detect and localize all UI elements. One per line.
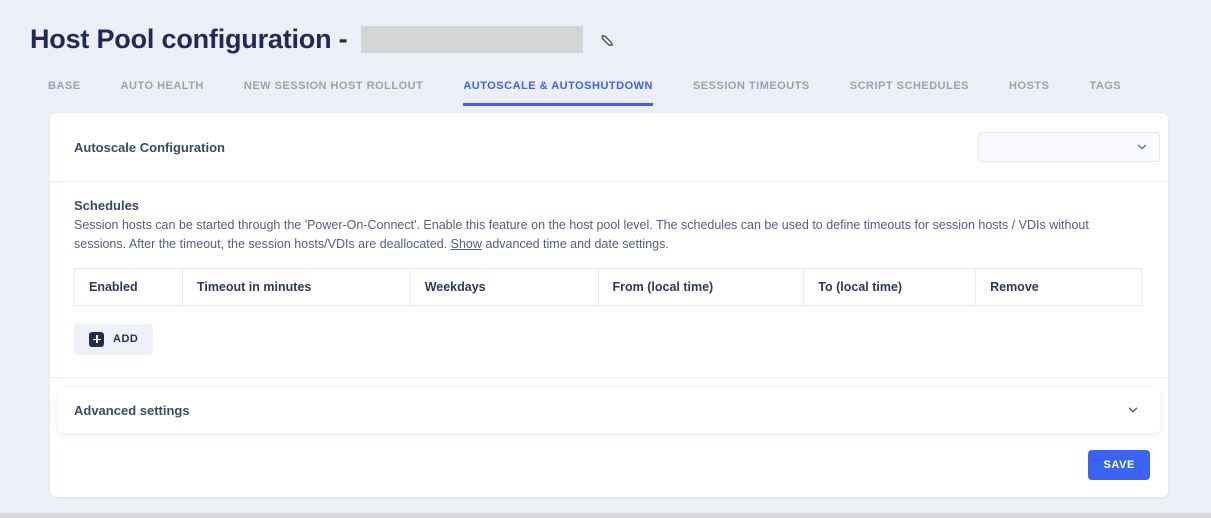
autoscale-configuration-dropdown[interactable] xyxy=(978,132,1160,162)
schedules-description: Session hosts can be started through the… xyxy=(74,216,1144,254)
plus-icon xyxy=(89,332,104,347)
show-advanced-settings-link[interactable]: Show xyxy=(451,237,482,251)
host-pool-name-redacted xyxy=(361,26,583,53)
col-remove: Remove xyxy=(976,268,1142,305)
schedules-table: Enabled Timeout in minutes Weekdays From… xyxy=(74,268,1142,306)
schedules-table-header-row: Enabled Timeout in minutes Weekdays From… xyxy=(75,268,1142,305)
tab-auto-health[interactable]: AUTO HEALTH xyxy=(121,80,204,106)
add-button-label: ADD xyxy=(113,333,138,345)
save-button[interactable]: SAVE xyxy=(1088,450,1150,480)
window-bottom-edge xyxy=(0,513,1211,518)
add-schedule-button[interactable]: ADD xyxy=(74,324,153,355)
chevron-down-icon xyxy=(1135,140,1149,154)
tab-script-schedules[interactable]: SCRIPT SCHEDULES xyxy=(850,80,969,106)
advanced-settings-heading: Advanced settings xyxy=(74,403,190,418)
save-row: SAVE xyxy=(50,433,1168,480)
col-from-local-time: From (local time) xyxy=(598,268,804,305)
tab-new-session-host-rollout[interactable]: NEW SESSION HOST ROLLOUT xyxy=(244,80,423,106)
page-title: Host Pool configuration - xyxy=(30,24,347,55)
page-header: Host Pool configuration - xyxy=(30,24,614,55)
schedules-description-tail: advanced time and date settings. xyxy=(485,237,668,251)
edit-pen-icon[interactable] xyxy=(599,32,614,47)
tab-autoscale-autoshutdown[interactable]: AUTOSCALE & AUTOSHUTDOWN xyxy=(463,80,653,106)
autoscale-configuration-row: Autoscale Configuration xyxy=(50,113,1168,181)
tab-tags[interactable]: TAGS xyxy=(1089,80,1121,106)
schedules-heading: Schedules xyxy=(74,198,1144,213)
col-to-local-time: To (local time) xyxy=(804,268,976,305)
autoscale-configuration-heading: Autoscale Configuration xyxy=(74,140,225,155)
advanced-settings-accordion[interactable]: Advanced settings xyxy=(58,388,1160,433)
schedules-section: Schedules Session hosts can be started t… xyxy=(50,182,1168,355)
tab-base[interactable]: BASE xyxy=(48,80,81,106)
host-pool-configuration-page: Host Pool configuration - BASE AUTO HEAL… xyxy=(0,0,1211,518)
tab-hosts[interactable]: HOSTS xyxy=(1009,80,1049,106)
section-divider xyxy=(50,377,1168,378)
tab-bar: BASE AUTO HEALTH NEW SESSION HOST ROLLOU… xyxy=(48,80,1181,106)
col-timeout-in-minutes: Timeout in minutes xyxy=(182,268,410,305)
col-weekdays: Weekdays xyxy=(410,268,598,305)
col-enabled: Enabled xyxy=(75,268,183,305)
autoscale-card: Autoscale Configuration Schedules Sessio… xyxy=(50,113,1168,497)
tab-session-timeouts[interactable]: SESSION TIMEOUTS xyxy=(693,80,810,106)
chevron-down-icon xyxy=(1126,403,1140,417)
